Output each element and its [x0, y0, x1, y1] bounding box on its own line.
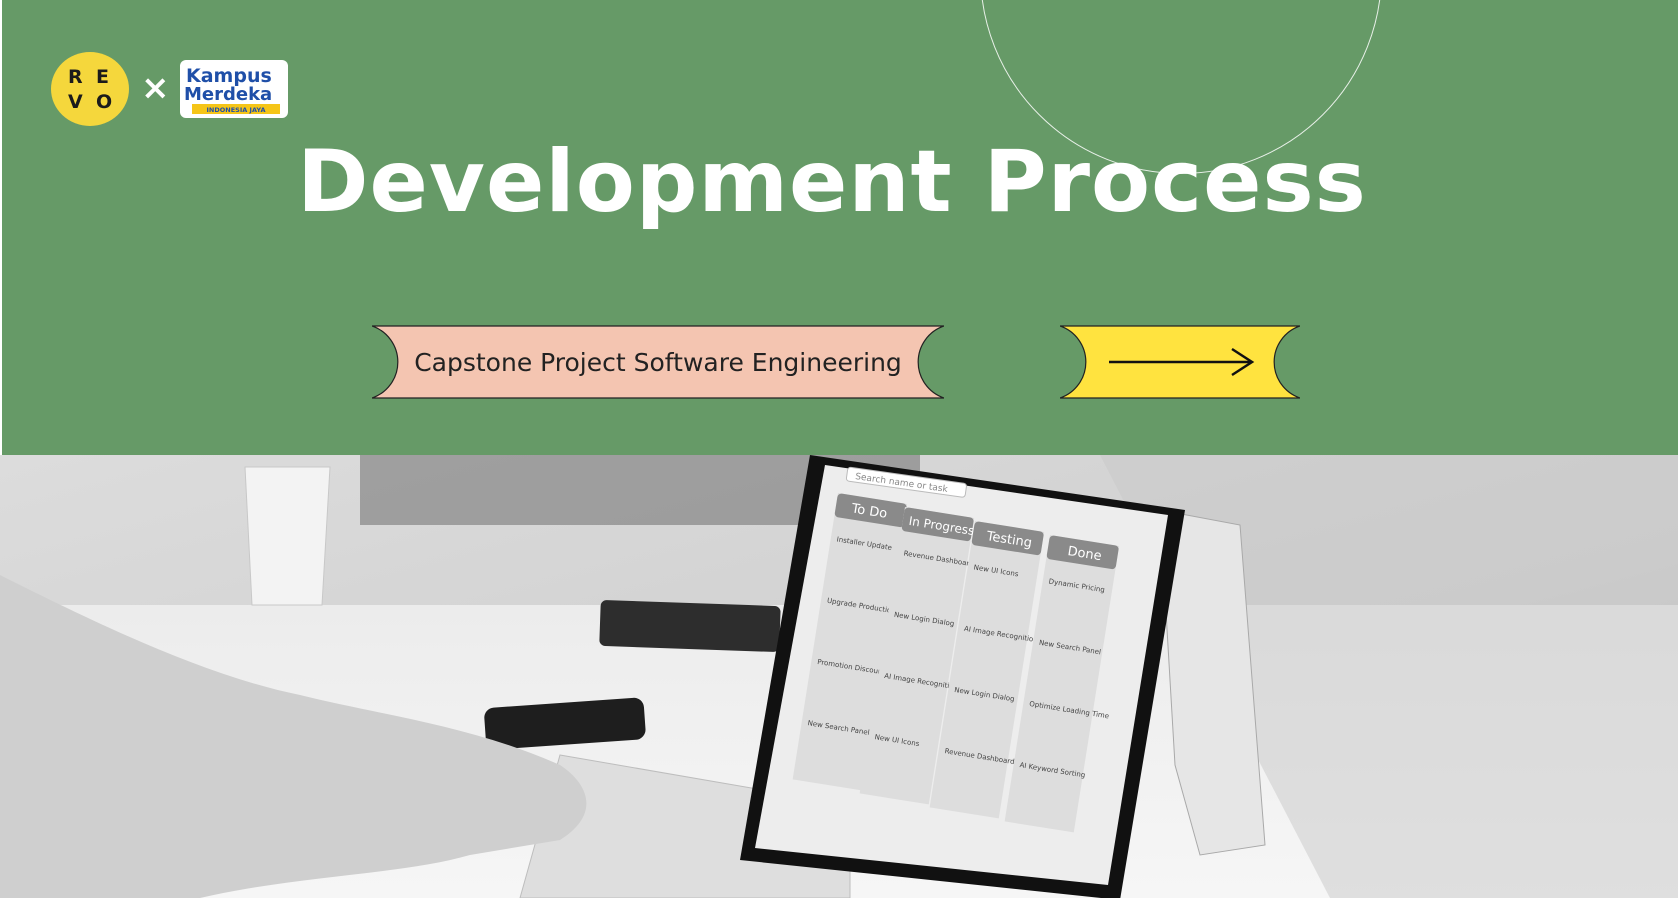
logo-separator: ×: [141, 68, 170, 108]
revo-logo-letter: V: [68, 91, 83, 113]
pen-cup: [244, 466, 331, 606]
logo-line-merdeka: Merdeka: [184, 84, 272, 105]
kampus-merdeka-logo: Kampus Merdeka INDONESIA JAYA: [180, 60, 288, 118]
logo-line-tagline: INDONESIA JAYA: [207, 106, 266, 114]
page-title: Development Process: [297, 132, 1367, 232]
notebook: [599, 600, 781, 652]
revo-logo: R E V O: [51, 52, 129, 126]
revo-logo-letter: O: [96, 91, 113, 113]
revo-logo-letter: R: [68, 66, 83, 88]
hero-photo: Search name or task To Do Installer Upda…: [0, 455, 1678, 898]
next-arrow-button[interactable]: [1060, 325, 1300, 399]
subtitle-label: Capstone Project Software Engineering: [414, 347, 902, 377]
revo-logo-letter: E: [96, 66, 109, 88]
